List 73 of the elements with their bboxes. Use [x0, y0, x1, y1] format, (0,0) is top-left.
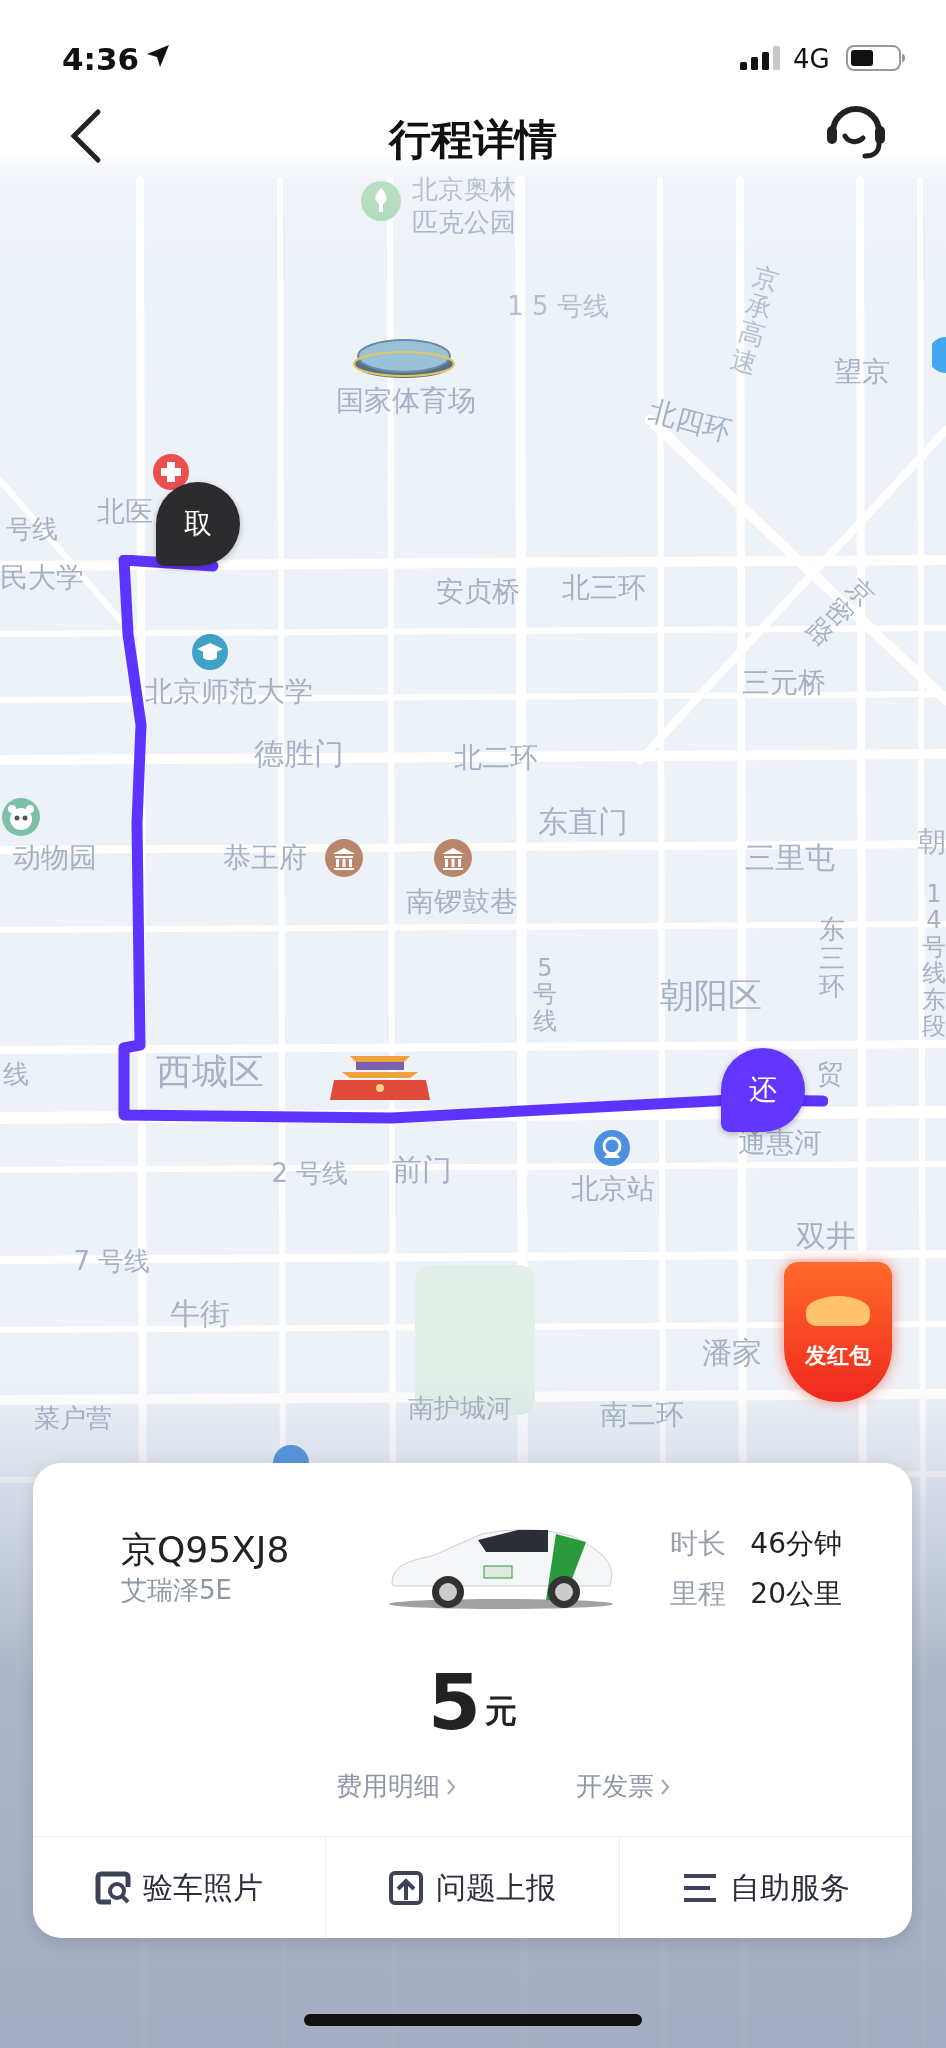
map-label: 西城区: [156, 1052, 264, 1092]
menu-icon: [681, 1871, 718, 1904]
car-model: 艾瑞泽5E: [121, 1574, 233, 1608]
map-label: 民大学: [0, 562, 84, 594]
price-currency: 元: [484, 1691, 517, 1732]
map-label: 1 5 号线: [507, 291, 609, 321]
graduation-cap-icon: [191, 633, 229, 671]
map-label: 南护城河: [408, 1393, 512, 1423]
map-label: 德胜门: [254, 736, 344, 770]
envelope-button[interactable]: 发红包: [784, 1262, 892, 1402]
map-label: 牛街: [170, 1296, 230, 1330]
map-label: 匹克公园: [412, 207, 516, 237]
chevron-right-icon: [445, 1777, 456, 1796]
network-type: 4G: [793, 43, 830, 76]
stat-value: 46分钟: [750, 1526, 842, 1562]
map-label: 东三环: [819, 915, 845, 1001]
panda-icon: [1, 797, 41, 837]
page-title: 行程详情: [387, 114, 558, 166]
map-label: 14号线东段: [922, 880, 946, 1040]
battery-icon: [846, 43, 906, 73]
map-label: 北二环: [454, 742, 538, 774]
map-label: 号线: [6, 514, 58, 544]
license-plate: 京Q95XJ8: [121, 1527, 291, 1572]
search-photo-icon: [95, 1869, 132, 1906]
tree-icon: [360, 180, 402, 222]
stat-label: 里程: [670, 1576, 727, 1612]
map-label: 南二环: [600, 1399, 684, 1431]
temple-icon: [324, 838, 364, 878]
train-station-icon: [273, 1445, 309, 1463]
map-label: 北京奥林: [412, 174, 516, 204]
map-label: 京密路: [800, 572, 880, 652]
map-label: 南锣鼓巷: [406, 886, 518, 918]
map-label: 潘家: [702, 1335, 762, 1369]
map-label: 前门: [392, 1152, 452, 1186]
map-label: 贸: [817, 1059, 843, 1089]
map-label: 北四环: [645, 396, 735, 448]
map-label: 三里屯: [745, 840, 835, 874]
chevron-right-icon: [659, 1777, 670, 1796]
action-button[interactable]: 问题上报: [325, 1837, 619, 1938]
map-label: 安贞桥: [436, 576, 520, 608]
map-label: 北三环: [562, 572, 646, 604]
map-label: 朝阳区: [660, 977, 762, 1015]
map-label: 7 号线: [73, 1246, 151, 1276]
action-button[interactable]: 自助服务: [618, 1837, 912, 1938]
map-label: 2 号线: [271, 1158, 349, 1188]
map-label: 动物园: [13, 842, 97, 874]
map-label: 北京站: [571, 1173, 655, 1205]
pickup-marker[interactable]: 取: [156, 482, 240, 566]
map-label: 东直门: [538, 804, 628, 838]
map-label: 北医: [97, 496, 153, 528]
map-label: 望京: [834, 356, 890, 388]
map-label: 菜户营: [34, 1403, 112, 1433]
train-station-icon: [593, 1129, 631, 1167]
hospital-icon: [152, 453, 190, 491]
map-label: 国家体育场: [336, 385, 476, 417]
temple-icon: [433, 838, 473, 878]
upload-icon: [388, 1869, 425, 1906]
status-time: 4:36: [62, 40, 140, 79]
price-amount: 5: [428, 1665, 481, 1741]
coins-icon: [806, 1296, 870, 1326]
map-label: 朝: [918, 826, 946, 858]
signal-icon: [740, 46, 782, 70]
action-button[interactable]: 验车照片: [33, 1837, 326, 1938]
map-label: 5号线: [533, 955, 557, 1035]
map-label: 三元桥: [742, 667, 826, 699]
map-label: 双井: [796, 1218, 856, 1252]
map-label: 京承高速: [727, 261, 783, 379]
map-label: 恭王府: [223, 842, 307, 874]
map-label: 线: [3, 1059, 29, 1089]
stat-label: 时长: [670, 1526, 727, 1562]
stat-value: 20公里: [750, 1576, 842, 1612]
location-arrow-icon: [146, 44, 170, 68]
map-label: 北京师范大学: [145, 676, 313, 708]
